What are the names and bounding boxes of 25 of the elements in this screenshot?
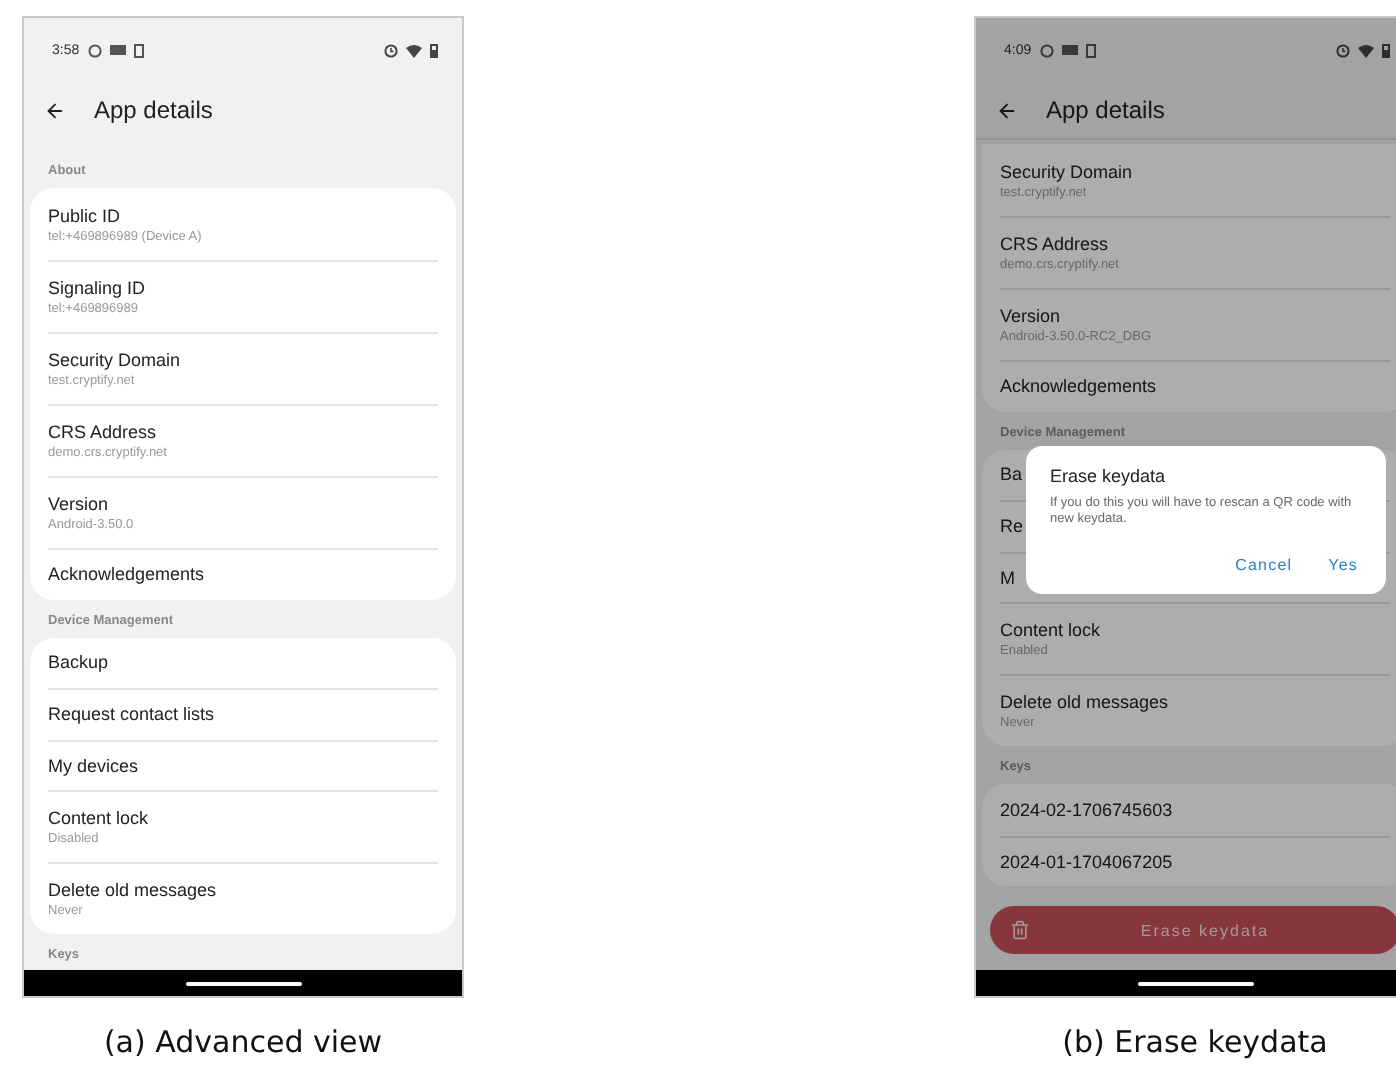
alarm-icon <box>1336 43 1350 57</box>
screen-title: App details <box>94 96 213 124</box>
home-handle[interactable] <box>1137 981 1253 985</box>
alarm-icon <box>384 43 398 57</box>
settings-item[interactable]: 2024-01-1704067205 <box>1000 835 1390 886</box>
home-handle[interactable] <box>185 981 301 985</box>
settings-item[interactable]: Request contact lists <box>48 688 438 739</box>
settings-item[interactable]: Acknowledgements <box>48 548 438 599</box>
back-icon[interactable] <box>44 99 66 121</box>
screen-title: App details <box>1046 96 1165 124</box>
figure-caption: (b) Erase keydata <box>1062 1024 1328 1060</box>
settings-item[interactable]: My devices <box>48 739 438 790</box>
settings-item[interactable]: Backup <box>48 637 438 688</box>
back-icon[interactable] <box>996 99 1018 121</box>
dialog-button[interactable]: Cancel <box>1231 552 1297 579</box>
battery-icon <box>430 43 438 57</box>
settings-item[interactable]: Acknowledgements <box>1000 360 1390 411</box>
trash-icon <box>1010 920 1030 940</box>
dialog-button[interactable]: Yes <box>1324 552 1362 579</box>
wifi-icon <box>406 43 422 57</box>
settings-item[interactable]: 2024-02-1706745603 <box>1000 784 1390 835</box>
figure-caption: (a) Advanced view <box>103 1024 383 1060</box>
wifi-icon <box>1358 43 1374 57</box>
battery-icon <box>1382 43 1390 57</box>
dialog-title: Erase keydata <box>1050 466 1168 486</box>
